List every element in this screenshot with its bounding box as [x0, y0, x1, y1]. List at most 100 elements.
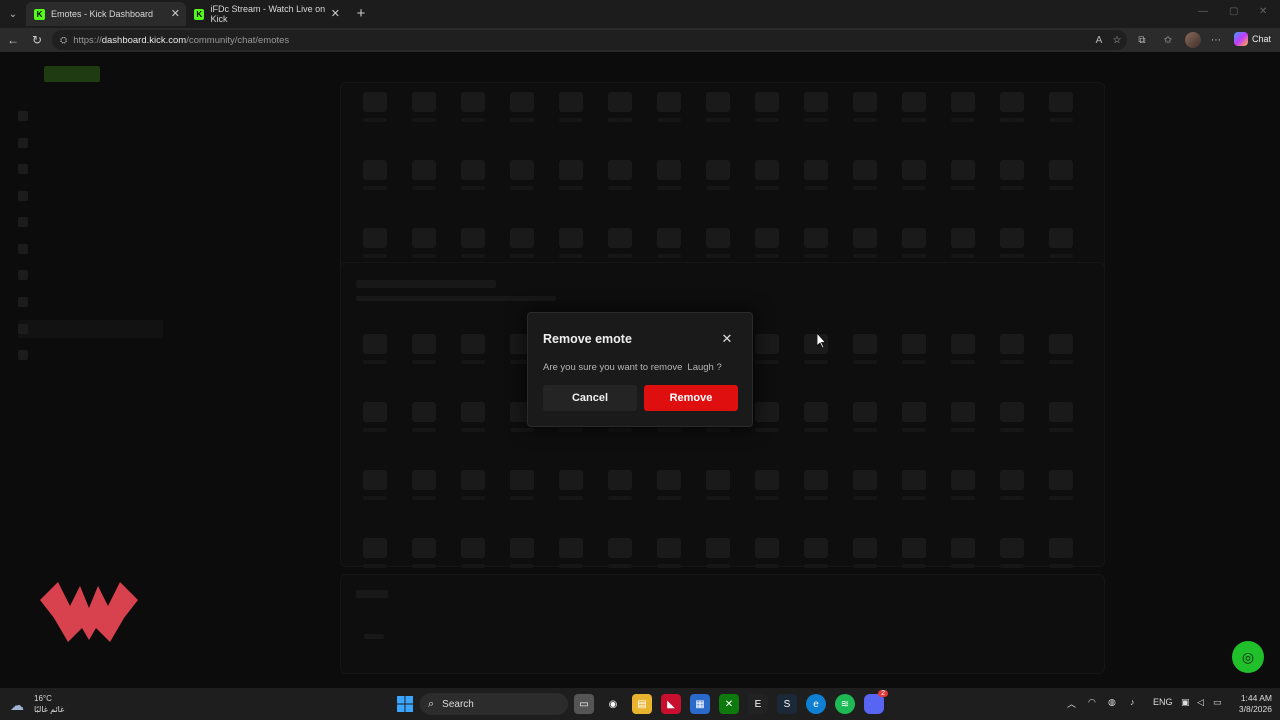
weather-temp: 16°C	[34, 694, 52, 703]
task-view-icon[interactable]: ▭	[574, 694, 594, 714]
file-explorer-icon[interactable]: ▤	[632, 694, 652, 714]
emote-placeholder	[791, 92, 840, 122]
streamer-logo	[40, 582, 138, 642]
emote-grid-top	[350, 92, 1085, 258]
kick-favicon-icon: K	[34, 8, 45, 20]
tab-emotes-dashboard[interactable]: K Emotes - Kick Dashboard ✕	[26, 2, 186, 26]
site-info-icon[interactable]: ⛭	[60, 35, 67, 46]
network-icon[interactable]: ▣	[1181, 697, 1190, 708]
back-arrow-icon[interactable]: ←	[5, 32, 21, 48]
emote-placeholder	[546, 160, 595, 190]
emote-placeholder	[644, 228, 693, 258]
sidebar-item	[18, 190, 138, 202]
emote-placeholder	[889, 538, 938, 568]
favorite-star-icon[interactable]: ☆	[1110, 33, 1124, 47]
section-subheading	[356, 296, 556, 301]
remove-button[interactable]: Remove	[644, 385, 738, 411]
emote-placeholder	[546, 470, 595, 500]
language-indicator[interactable]: ENG	[1153, 697, 1173, 707]
weather-desc: غائم غالبًا	[34, 705, 65, 714]
emote-placeholder	[1036, 92, 1085, 122]
emote-placeholder	[1036, 402, 1085, 432]
windows-start-icon[interactable]	[395, 694, 415, 714]
emote-placeholder	[644, 470, 693, 500]
sidebar-item	[18, 137, 138, 149]
tab-ifdc-stream[interactable]: K iFDc Stream - Watch Live on Kick ✕	[186, 2, 346, 26]
emote-placeholder	[350, 470, 399, 500]
tab-close-icon[interactable]: ✕	[331, 7, 340, 20]
emote-placeholder	[889, 470, 938, 500]
minimize-icon[interactable]: —	[1198, 6, 1208, 17]
emote-placeholder	[742, 538, 791, 568]
emote-placeholder	[889, 402, 938, 432]
emote-placeholder	[497, 538, 546, 568]
edge-icon[interactable]: e	[806, 694, 826, 714]
support-chat-icon[interactable]: ◎	[1232, 641, 1264, 673]
emote-placeholder	[350, 538, 399, 568]
favorites-icon[interactable]: ✩	[1161, 33, 1175, 47]
discord-badge: 2	[878, 690, 888, 697]
chrome-like-app-icon[interactable]: ◉	[603, 694, 623, 714]
maximize-icon[interactable]: ▢	[1229, 6, 1238, 17]
emote-placeholder	[693, 228, 742, 258]
extensions-icon[interactable]: ⧉	[1135, 33, 1149, 47]
security-icon[interactable]: ◍	[1108, 697, 1116, 708]
microphone-icon[interactable]: ♪	[1130, 697, 1135, 707]
tray-overflow-icon[interactable]: ︿	[1067, 697, 1076, 710]
emote-placeholder	[350, 92, 399, 122]
battery-icon[interactable]: ▭	[1213, 697, 1222, 708]
address-bar[interactable]: ⛭ https:// dashboard.kick.com /community…	[52, 30, 1127, 50]
emote-placeholder	[595, 538, 644, 568]
confirm-text: Are you sure you want to remove	[543, 362, 683, 373]
spotify-icon[interactable]: ≋	[835, 694, 855, 714]
emote-placeholder	[889, 160, 938, 190]
store-icon[interactable]: ▦	[690, 694, 710, 714]
emote-placeholder	[938, 402, 987, 432]
volume-icon[interactable]: ◁	[1197, 697, 1204, 708]
tab-close-icon[interactable]: ✕	[171, 7, 180, 20]
new-tab-plus-icon[interactable]: +	[352, 4, 370, 22]
tab-actions-menu-icon[interactable]: ⌄	[4, 5, 22, 23]
discord-icon[interactable]: 2	[864, 690, 888, 714]
emote-placeholder	[399, 92, 448, 122]
emote-placeholder	[987, 470, 1036, 500]
emote-placeholder	[987, 538, 1036, 568]
read-aloud-icon[interactable]: A	[1092, 33, 1106, 47]
cancel-button[interactable]: Cancel	[543, 385, 637, 411]
tab-strip: ⌄ K Emotes - Kick Dashboard ✕ K iFDc Str…	[0, 0, 1280, 28]
tab-title: iFDc Stream - Watch Live on Kick	[210, 4, 326, 24]
taskbar-search[interactable]: ⌕ Search	[420, 693, 568, 715]
emote-placeholder	[448, 92, 497, 122]
system-clock[interactable]: 1:44 AM 3/8/2026	[1228, 693, 1272, 715]
amd-software-icon[interactable]: ◣	[661, 694, 681, 714]
headset-icon[interactable]: ◠	[1088, 697, 1096, 708]
emote-placeholder	[742, 228, 791, 258]
emote-placeholder	[448, 402, 497, 432]
close-icon[interactable]: ✕	[720, 331, 734, 346]
emote-placeholder	[350, 402, 399, 432]
emote-placeholder	[497, 92, 546, 122]
emote-placeholder	[693, 538, 742, 568]
emote-placeholder	[987, 228, 1036, 258]
emote-placeholder	[448, 334, 497, 364]
sidebar-item	[18, 296, 138, 308]
emote-placeholder	[987, 160, 1036, 190]
emote-placeholder	[448, 538, 497, 568]
steam-icon[interactable]: S	[777, 694, 797, 714]
sidebar-item	[18, 163, 138, 175]
profile-avatar[interactable]	[1185, 32, 1201, 48]
window-close-icon[interactable]: ✕	[1259, 6, 1267, 17]
more-options-icon[interactable]: ⋯	[1209, 33, 1223, 47]
refresh-icon[interactable]: ↻	[29, 32, 45, 48]
emote-placeholder	[595, 470, 644, 500]
emote-placeholder	[840, 470, 889, 500]
url-path: /community/chat/emotes	[186, 34, 290, 46]
emote-placeholder	[448, 470, 497, 500]
copilot-chat-button[interactable]: Chat	[1234, 32, 1271, 46]
epic-games-icon[interactable]: E	[748, 694, 768, 714]
emote-placeholder	[1036, 160, 1085, 190]
weather-widget[interactable]: ☁ 16°C غائم غالبًا	[10, 693, 64, 715]
windows-taskbar: ☁ 16°C غائم غالبًا ⌕ Search ▭ ◉ ▤ ◣ ▦ ✕ …	[0, 688, 1280, 720]
xbox-icon[interactable]: ✕	[719, 694, 739, 714]
emote-placeholder	[693, 92, 742, 122]
